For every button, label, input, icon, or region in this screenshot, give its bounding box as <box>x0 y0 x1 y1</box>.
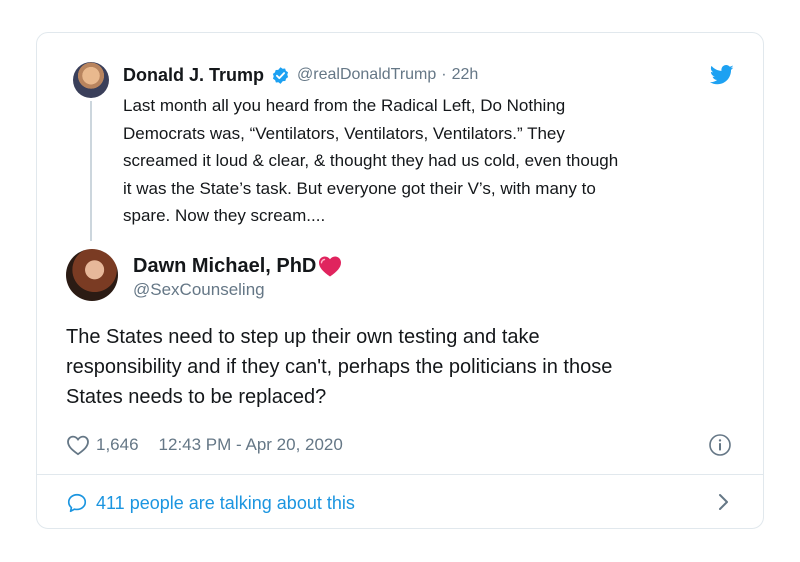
quoted-text-line: screamed it loud & clear, & thought they… <box>123 151 619 170</box>
reply-text-line: The States need to step up their own tes… <box>66 326 540 348</box>
quoted-text-line: Democrats was, “Ventilators, Ventilators… <box>123 123 565 143</box>
heart-emoji-icon <box>319 256 342 277</box>
reply-text-line: responsibility and if they can't, perhap… <box>66 356 613 378</box>
like-count[interactable]: 1,646 <box>96 435 139 455</box>
verified-badge-icon <box>272 66 289 84</box>
quoted-tweet-header: Donald J. Trump @realDonaldTrump · 22h <box>123 63 478 87</box>
talking-count-label[interactable]: 411 people are talking about this <box>96 493 355 514</box>
trump-avatar[interactable] <box>73 62 109 98</box>
reply-author-name[interactable]: Dawn Michael, PhD <box>133 255 316 278</box>
heart-outline-icon[interactable] <box>66 434 90 456</box>
quoted-text-line: Last month all you heard from the Radica… <box>123 96 566 115</box>
conversation-link[interactable]: 411 people are talking about this <box>66 490 355 516</box>
info-icon[interactable] <box>708 433 732 457</box>
tweet-meta-row: 1,646 12:43 PM - Apr 20, 2020 <box>66 432 343 458</box>
quoted-tweet-text: Last month all you heard from the Radica… <box>123 92 743 230</box>
reply-author-row: Dawn Michael, PhD <box>133 252 342 280</box>
footer-divider <box>37 474 763 475</box>
twitter-bird-icon[interactable] <box>710 65 734 85</box>
reply-handle[interactable]: @SexCounseling <box>133 280 265 300</box>
quoted-handle[interactable]: @realDonaldTrump <box>297 66 436 84</box>
reply-text-line: States needs to be replaced? <box>66 386 327 408</box>
tweet-timestamp[interactable]: 12:43 PM - Apr 20, 2020 <box>159 435 343 455</box>
quoted-author-name[interactable]: Donald J. Trump <box>123 65 264 86</box>
quoted-text-line: it was the State’s task. But everyone go… <box>123 178 596 198</box>
quoted-text-line: spare. Now they scream.... <box>123 206 326 225</box>
thread-connector-line <box>90 101 92 241</box>
reply-tweet-text: The States need to step up their own tes… <box>66 322 756 412</box>
chevron-right-icon[interactable] <box>712 491 734 513</box>
speech-bubble-icon <box>67 493 87 513</box>
dot-separator: · <box>441 66 447 83</box>
quoted-time-ago[interactable]: 22h <box>452 66 479 84</box>
dawn-avatar[interactable] <box>66 249 118 301</box>
